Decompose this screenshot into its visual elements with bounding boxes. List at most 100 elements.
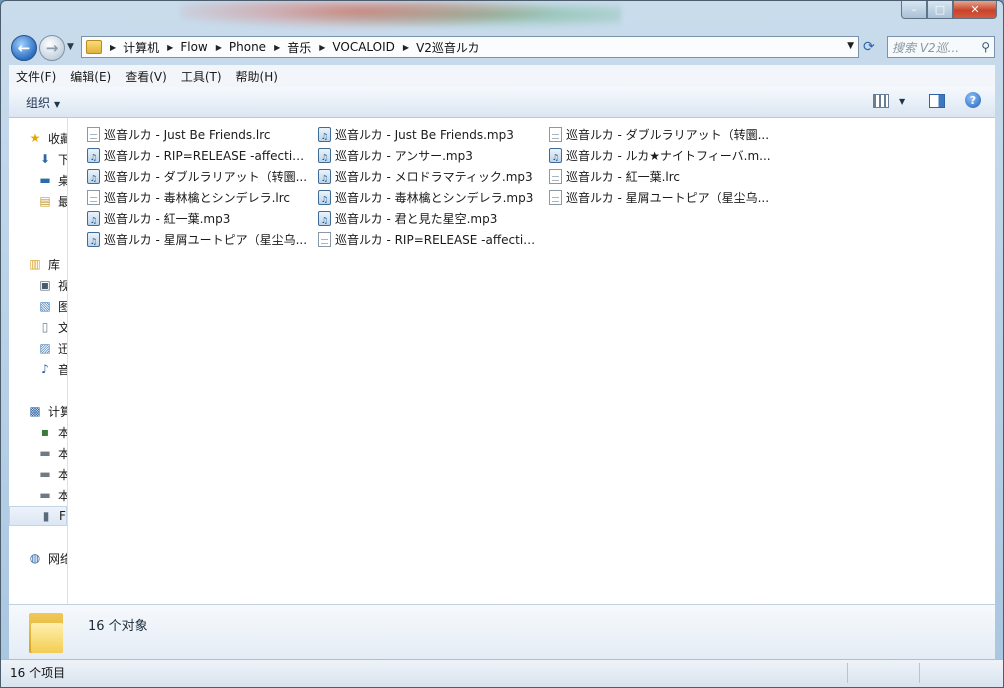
back-button[interactable]: ← [11, 35, 37, 61]
file-item[interactable]: 巡音ルカ - 毒林檎とシンデレラ.lrc [87, 187, 309, 207]
menu-item[interactable]: 帮助(H) [229, 68, 285, 85]
search-input[interactable]: 搜索 V2巡... ⚲ [887, 36, 995, 58]
menu-item[interactable]: 工具(T) [174, 68, 229, 85]
preview-pane-icon[interactable] [929, 94, 945, 108]
sidebar-item[interactable]: ★ 收藏夹 [27, 128, 67, 148]
file-item[interactable]: ♫ 巡音ルカ - アンサー.mp3 [318, 145, 540, 165]
file-name: 巡音ルカ - 毒林檎とシンデレラ.lrc [104, 190, 291, 205]
file-item[interactable]: 巡音ルカ - ダブルラリアット（转圜... [549, 124, 771, 144]
breadcrumb-separator-icon[interactable]: ▶ [216, 43, 222, 52]
forward-button[interactable]: → [39, 35, 65, 61]
sidebar-item[interactable]: ▬ 桌面 [37, 170, 67, 190]
breadcrumb-item[interactable]: 计算机 [123, 39, 159, 56]
details-pane: 16 个对象 [9, 604, 995, 659]
close-button[interactable]: ✕ [953, 1, 997, 19]
audio-file-icon: ♫ [318, 189, 331, 205]
sidebar-item[interactable]: ♪ 音乐 [37, 359, 67, 379]
file-item[interactable]: 巡音ルカ - 星屑ユートピア（星尘乌... [549, 187, 771, 207]
navigation-bar: ← → ▼ ▶ 计算机 ▶ Flow ▶ Phone ▶ 音乐 ▶ VOCALOID ▶ V2巡音ルカ… [1, 34, 1003, 62]
folder-icon [29, 611, 63, 653]
menu-bar: 文件(F) 编辑(E) 查看(V) 工具(T) 帮助(H) [9, 65, 995, 88]
help-icon[interactable]: ? [965, 92, 981, 108]
breadcrumb-separator-icon[interactable]: ▶ [110, 43, 116, 52]
file-item[interactable]: ♫ 巡音ルカ - 君と見た星空.mp3 [318, 208, 540, 228]
address-history-dropdown[interactable]: ▼ [847, 41, 854, 51]
text-file-icon [549, 189, 562, 205]
sidebar-item[interactable]: ▬ 本地磁盘 [37, 443, 67, 463]
minimize-button[interactable]: – [901, 1, 927, 19]
computer-icon: ▩ [29, 404, 41, 418]
file-item[interactable]: ♫ 巡音ルカ - ルカ★ナイトフィーバ.m... [549, 145, 771, 165]
search-icon: ⚲ [981, 40, 990, 54]
refresh-icon[interactable]: ⟳ [863, 39, 875, 55]
file-item[interactable]: 巡音ルカ - Just Be Friends.lrc [87, 124, 309, 144]
menu-item[interactable]: 文件(F) [9, 68, 63, 85]
sidebar-item-label: 本地磁盘 [58, 487, 67, 504]
recent-pages-dropdown[interactable]: ▼ [67, 42, 74, 52]
organize-button[interactable]: 组织 ▼ [26, 94, 60, 111]
menu-item[interactable]: 查看(V) [118, 68, 174, 85]
change-view-button[interactable]: ▼ [873, 94, 905, 108]
file-item[interactable]: ♫ 巡音ルカ - 毒林檎とシンデレラ.mp3 [318, 187, 540, 207]
file-item[interactable]: 巡音ルカ - RIP=RELEASE -affection-.... [318, 229, 540, 249]
sidebar-item[interactable]: ⬇ 下载 [37, 149, 67, 169]
sidebar-item-label: 最近访问的位置 [58, 193, 67, 210]
star-icon: ★ [29, 131, 41, 145]
sidebar-item[interactable]: ▪ 本地磁盘 [37, 422, 67, 442]
download-folder-icon: ▨ [39, 341, 51, 355]
sidebar-item[interactable]: ▧ 图片 [37, 296, 67, 316]
sidebar-item[interactable]: ◍ 网络 [27, 548, 67, 568]
sidebar-item-label: 桌面 [58, 172, 67, 189]
sidebar-item[interactable]: ▣ 视频 [37, 275, 67, 295]
breadcrumb-separator-icon[interactable]: ▶ [274, 43, 280, 52]
file-item[interactable]: ♫ 巡音ルカ - ダブルラリアット（转圜... [87, 166, 309, 186]
caption-buttons: – □ ✕ [901, 1, 997, 19]
file-name: 巡音ルカ - ルカ★ナイトフィーバ.m... [566, 148, 771, 163]
sidebar-item-label: 文档 [58, 319, 67, 336]
address-bar[interactable]: ▶ 计算机 ▶ Flow ▶ Phone ▶ 音乐 ▶ VOCALOID ▶ V2巡音ルカ ▼ [81, 36, 859, 58]
sidebar-item[interactable]: ▩ 计算机 [27, 401, 67, 421]
organize-label: 组织 [26, 95, 51, 110]
menu-item[interactable]: 编辑(E) [63, 68, 118, 85]
sidebar-item-label: 图片 [58, 298, 67, 315]
file-name: 巡音ルカ - Just Be Friends.lrc [104, 127, 271, 142]
folder-icon [86, 40, 102, 54]
file-name: 巡音ルカ - メロドラマティック.mp3 [335, 169, 533, 184]
desktop-icon: ▬ [39, 173, 51, 187]
explorer-window: – □ ✕ ← → ▼ ▶ 计算机 ▶ Flow ▶ Phone ▶ 音乐 ▶ VOCALOID ▶… [0, 0, 1004, 688]
network-icon: ◍ [29, 551, 41, 565]
title-bar-background [181, 1, 621, 35]
file-item[interactable]: ♫ 巡音ルカ - メロドラマティック.mp3 [318, 166, 540, 186]
downloads-folder-icon: ⬇ [39, 152, 51, 166]
sidebar-item[interactable]: ▬ 本地磁盘 [37, 485, 67, 505]
text-file-icon [318, 231, 331, 247]
system-drive-icon: ▪ [40, 425, 50, 439]
sidebar-item[interactable]: ▯ 文档 [37, 317, 67, 337]
breadcrumb-separator-icon[interactable]: ▶ [167, 43, 173, 52]
file-item[interactable]: ♫ 巡音ルカ - RIP=RELEASE -affection-.... [87, 145, 309, 165]
breadcrumb-separator-icon[interactable]: ▶ [319, 43, 325, 52]
file-name: 巡音ルカ - RIP=RELEASE -affection-.... [335, 232, 540, 247]
breadcrumb-item[interactable]: 音乐 [287, 39, 311, 56]
breadcrumb-item[interactable]: VOCALOID [332, 40, 395, 54]
sidebar-item-label: 库 [48, 257, 61, 272]
file-item[interactable]: ♫ 巡音ルカ - 紅一葉.mp3 [87, 208, 309, 228]
breadcrumb-item[interactable]: Flow [180, 40, 207, 54]
breadcrumb-item[interactable]: V2巡音ルカ [416, 39, 479, 56]
sidebar-item[interactable]: ▨ 迅雷下载 [37, 338, 67, 358]
file-item[interactable]: ♫ 巡音ルカ - Just Be Friends.mp3 [318, 124, 540, 144]
sidebar-item[interactable]: ▥ 库 [27, 254, 60, 274]
video-icon: ▣ [39, 278, 51, 292]
sidebar-item[interactable]: ▬ 本地磁盘 [37, 464, 67, 484]
text-file-icon [87, 189, 100, 205]
breadcrumb-item[interactable]: Phone [229, 40, 266, 54]
libraries-icon: ▥ [29, 257, 41, 271]
sidebar-item[interactable]: ▤ 最近访问的位置 [37, 191, 67, 211]
back-arrow-icon: ← [17, 39, 31, 57]
breadcrumb-separator-icon[interactable]: ▶ [403, 43, 409, 52]
file-item[interactable]: 巡音ルカ - 紅一葉.lrc [549, 166, 771, 186]
file-name: 巡音ルカ - 君と見た星空.mp3 [335, 211, 498, 226]
maximize-button[interactable]: □ [927, 1, 953, 19]
file-item[interactable]: ♫ 巡音ルカ - 星屑ユートピア（星尘乌... [87, 229, 309, 249]
sidebar-item[interactable]: ▮ Flow [9, 506, 67, 526]
